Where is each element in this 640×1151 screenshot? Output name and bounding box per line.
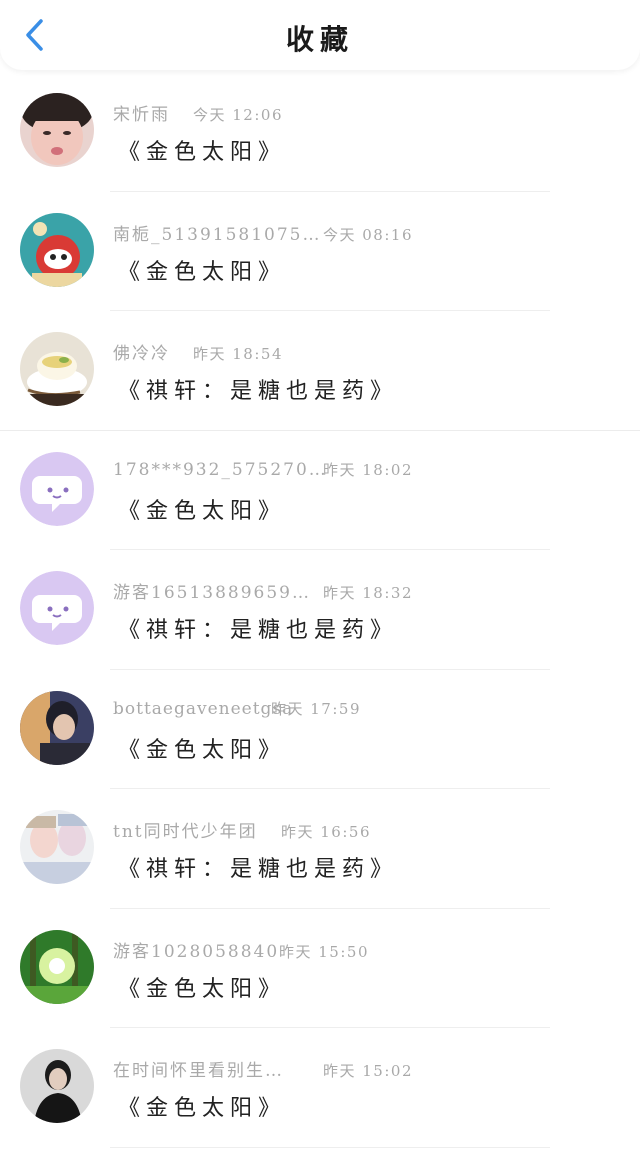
- timestamp: 今天 12:06: [193, 106, 283, 124]
- username: 178***932_575270…: [113, 459, 328, 480]
- favorite-title: 《金色太阳》: [118, 976, 287, 1002]
- timestamp: 昨天 18:54: [193, 345, 283, 363]
- timestamp: 昨天 15:02: [323, 1062, 413, 1080]
- timestamp: 昨天 18:32: [323, 584, 413, 602]
- list-item[interactable]: 178***932_575270… 昨天 18:02 《金色太阳》: [0, 431, 640, 550]
- list-item[interactable]: 佛冷冷 昨天 18:54 《祺轩：是糖也是药》: [0, 311, 640, 431]
- favorite-title: 《金色太阳》: [118, 140, 287, 165]
- chat-bubble-icon: [20, 451, 94, 526]
- user-avatar[interactable]: [20, 332, 94, 406]
- favorite-title: 《金色太阳》: [118, 737, 287, 763]
- list-item[interactable]: 在时间怀里看别生… 昨天 15:02 《金色太阳》: [0, 1028, 640, 1148]
- user-avatar[interactable]: [20, 929, 94, 1004]
- list-item[interactable]: bottaegaveneetgsa 昨天 17:59 《金色太阳》: [0, 670, 640, 789]
- user-avatar[interactable]: [20, 690, 94, 765]
- favorites-list: 宋忻雨 今天 12:06 《金色太阳》 南栀_51391581075… 今天 0…: [0, 72, 640, 1148]
- favorite-title: 《金色太阳》: [118, 259, 287, 285]
- timestamp: 昨天 18:02: [323, 460, 413, 479]
- username: 南栀_51391581075…: [113, 224, 322, 245]
- favorite-title: 《金色太阳》: [118, 1096, 287, 1121]
- favorite-title: 《祺轩：是糖也是药》: [118, 379, 399, 404]
- username: bottaegaveneetgsa: [113, 698, 294, 719]
- list-item[interactable]: 宋忻雨 今天 12:06 《金色太阳》: [0, 72, 640, 192]
- favorite-title: 《祺轩：是糖也是药》: [118, 618, 399, 643]
- top-bar: 收藏: [0, 0, 640, 70]
- list-item[interactable]: 游客1028058840 昨天 15:50 《金色太阳》: [0, 909, 640, 1028]
- list-item[interactable]: tnt同时代少年团 昨天 16:56 《祺轩：是糖也是药》: [0, 789, 640, 909]
- favorites-page: 收藏 宋忻雨 今天 12:06 《金色太阳》 南栀_51391581075… 今…: [0, 0, 640, 1151]
- user-avatar[interactable]: [20, 93, 94, 167]
- timestamp: 昨天 16:56: [281, 823, 371, 841]
- chat-bubble-icon: [20, 571, 94, 645]
- user-avatar[interactable]: [20, 1049, 94, 1123]
- user-avatar[interactable]: [20, 571, 94, 645]
- page-title: 收藏: [285, 23, 354, 56]
- list-item[interactable]: 南栀_51391581075… 今天 08:16 《金色太阳》: [0, 192, 640, 311]
- list-item[interactable]: 游客16513889659… 昨天 18:32 《祺轩：是糖也是药》: [0, 550, 640, 670]
- favorite-title: 《金色太阳》: [118, 498, 287, 524]
- username: 游客1028058840: [113, 941, 280, 962]
- user-avatar[interactable]: [20, 212, 94, 287]
- username: 在时间怀里看别生…: [113, 1061, 284, 1081]
- favorite-title: 《祺轩：是糖也是药》: [118, 857, 399, 882]
- timestamp: 昨天 17:59: [271, 699, 361, 718]
- user-avatar[interactable]: [20, 451, 94, 526]
- username: 佛冷冷: [113, 344, 170, 364]
- username: 游客16513889659…: [113, 583, 311, 603]
- username: 宋忻雨: [113, 105, 170, 125]
- user-avatar[interactable]: [20, 810, 94, 884]
- timestamp: 今天 08:16: [323, 225, 413, 244]
- timestamp: 昨天 15:50: [279, 942, 369, 961]
- divider: [110, 1146, 550, 1148]
- username: tnt同时代少年团: [113, 822, 258, 842]
